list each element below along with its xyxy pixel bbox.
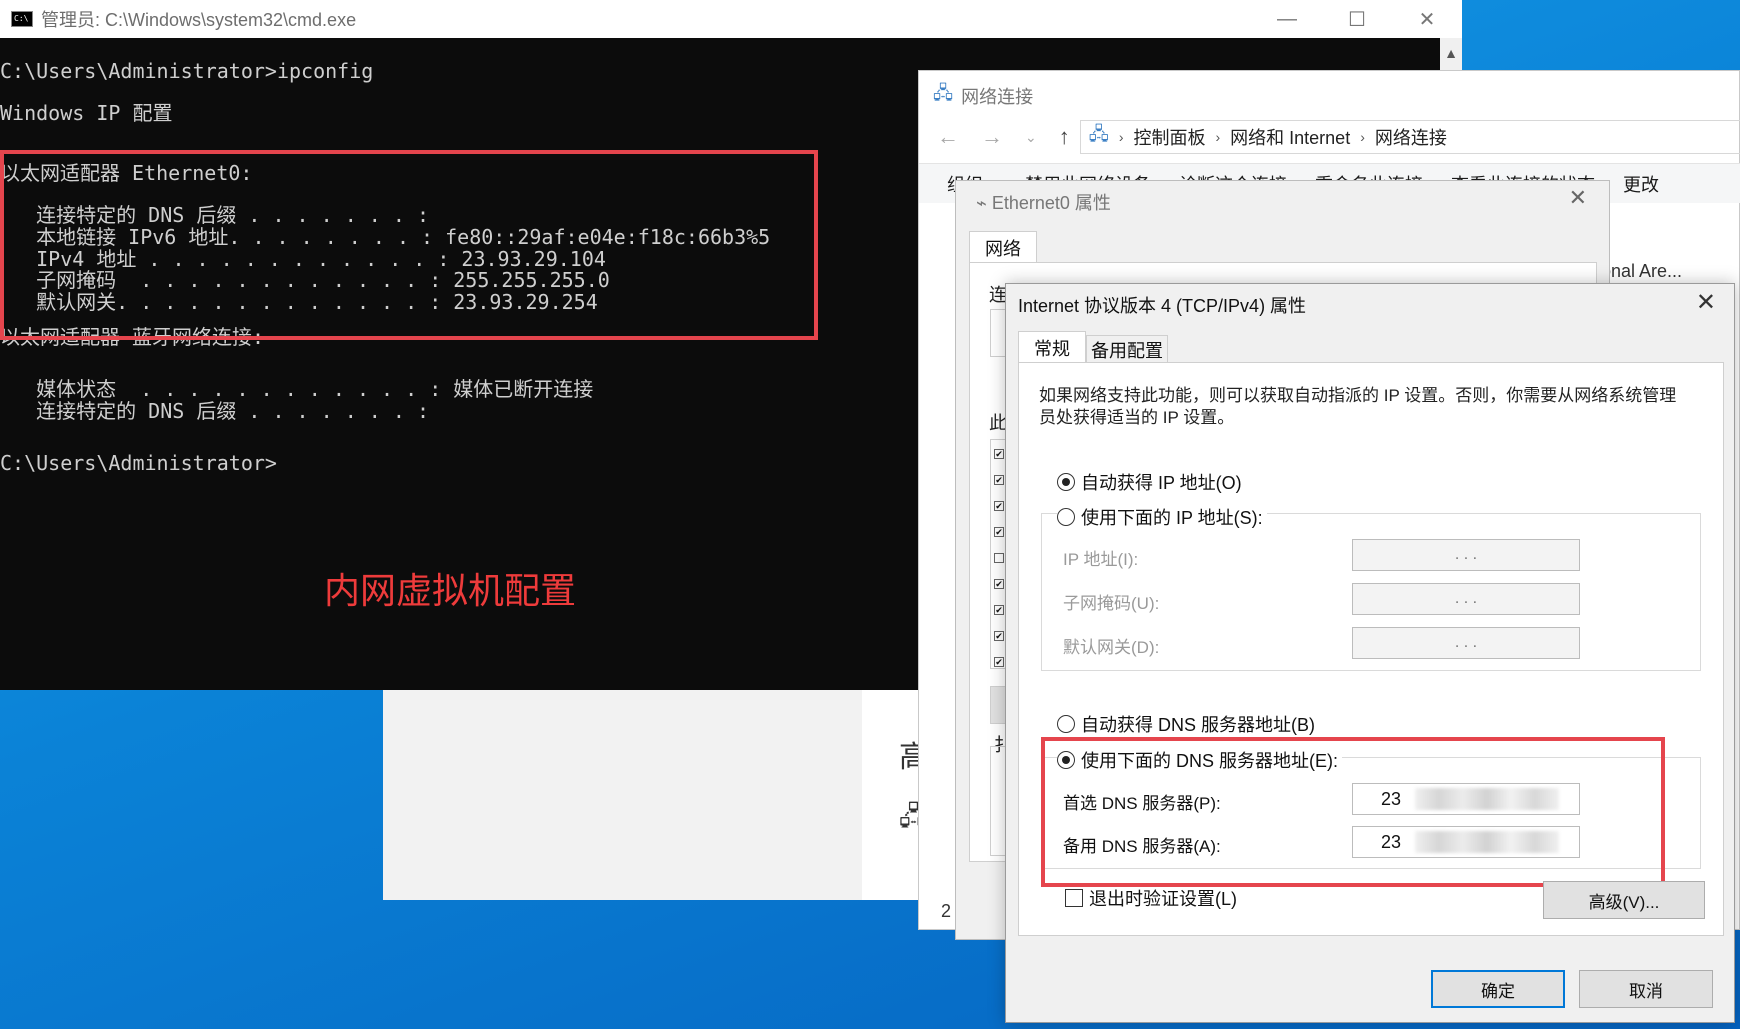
- auto-dns-label: 自动获得 DNS 服务器地址(B): [1081, 715, 1315, 735]
- component-checkbox[interactable]: ✔: [994, 527, 1004, 537]
- desktop-window-fragment: [383, 688, 863, 900]
- ethernet-title-text: Ethernet0 属性: [991, 193, 1111, 213]
- tab-alternate-config[interactable]: 备用配置: [1086, 335, 1168, 363]
- gateway-field[interactable]: . . .: [1352, 627, 1580, 659]
- console-line: Windows IP 配置: [0, 101, 173, 125]
- close-icon[interactable]: ✕: [1569, 185, 1587, 211]
- breadcrumb-network-internet[interactable]: 网络和 Internet: [1230, 124, 1350, 150]
- component-checkbox[interactable]: ✔: [994, 657, 1004, 667]
- network-title: 🖧 网络连接: [933, 81, 1033, 111]
- cmd-titlebar[interactable]: C:\ 管理员: C:\Windows\system32\cmd.exe — ☐…: [0, 0, 1462, 38]
- radio-unselected[interactable]: [1057, 715, 1075, 733]
- tab-general[interactable]: 常规: [1018, 331, 1086, 363]
- toolbar-change[interactable]: 更改: [1623, 171, 1659, 197]
- breadcrumb-control-panel[interactable]: 控制面板: [1133, 124, 1205, 150]
- tab-network[interactable]: 网络: [969, 231, 1037, 263]
- cmd-app-icon: C:\: [11, 11, 33, 27]
- status-bar-count: 2: [941, 901, 952, 921]
- ok-button[interactable]: 确定: [1431, 970, 1565, 1008]
- breadcrumb-separator-icon: ›: [1118, 129, 1124, 145]
- subnet-mask-label: 子网掩码(U):: [1063, 594, 1160, 613]
- scroll-up-icon[interactable]: ▲: [1440, 38, 1462, 68]
- address-bar-row: ← → ⌄ ↑ 🖧 › 控制面板 › 网络和 Internet › 网络连接: [919, 115, 1740, 159]
- console-line: C:\Users\Administrator>ipconfig: [0, 59, 374, 83]
- cmd-title: 管理员: C:\Windows\system32\cmd.exe: [41, 10, 357, 30]
- general-tab-panel: 如果网络支持此功能，则可以获取自动指派的 IP 设置。否则，你需要从网络系统管理…: [1018, 362, 1724, 936]
- manual-ip-option[interactable]: 使用下面的 IP 地址(S):: [1057, 504, 1267, 530]
- forward-icon[interactable]: →: [981, 124, 1003, 150]
- minimize-button[interactable]: —: [1252, 0, 1322, 38]
- control-panel-icon: 🖧: [1088, 124, 1109, 144]
- validate-on-exit-option[interactable]: 退出时验证设置(L): [1065, 885, 1237, 911]
- console-prompt: C:\Users\Administrator>: [0, 451, 277, 475]
- radio-selected[interactable]: [1057, 473, 1075, 491]
- component-checkbox[interactable]: ✔: [994, 501, 1004, 511]
- advanced-button[interactable]: 高级(V)...: [1543, 881, 1705, 919]
- recent-chevron-icon[interactable]: ⌄: [1025, 129, 1037, 146]
- component-checkbox[interactable]: ✔: [994, 579, 1004, 589]
- component-checkbox[interactable]: ✔: [994, 449, 1004, 459]
- breadcrumb-separator-icon: ›: [1215, 129, 1221, 145]
- breadcrumb-separator-icon: ›: [1360, 129, 1365, 145]
- network-folder-icon: 🖧: [933, 83, 954, 103]
- close-icon[interactable]: ✕: [1696, 288, 1716, 317]
- component-checkbox[interactable]: ✔: [994, 605, 1004, 615]
- radio-unselected[interactable]: [1057, 508, 1075, 526]
- validate-checkbox[interactable]: [1065, 889, 1083, 907]
- console-line: 媒体状态 . . . . . . . . . . . . : 媒体已断开连接: [0, 377, 594, 401]
- dialog-title: Internet 协议版本 4 (TCP/IPv4) 属性: [1018, 296, 1307, 316]
- subnet-mask-field[interactable]: . . .: [1352, 583, 1580, 615]
- connection-item-label: onal Are...: [1601, 261, 1683, 281]
- auto-dns-option[interactable]: 自动获得 DNS 服务器地址(B): [1057, 711, 1315, 737]
- address-bar[interactable]: 🖧 › 控制面板 › 网络和 Internet › 网络连接: [1079, 120, 1740, 154]
- dns-highlight-box: [1041, 737, 1665, 887]
- gateway-label: 默认网关(D):: [1063, 638, 1160, 657]
- network-adapter-icon: ⌁: [976, 193, 987, 213]
- ipv4-properties-dialog[interactable]: Internet 协议版本 4 (TCP/IPv4) 属性 ✕ 常规 备用配置 …: [1005, 283, 1735, 1023]
- ip-address-field[interactable]: . . .: [1352, 539, 1580, 571]
- validate-label: 退出时验证设置(L): [1089, 889, 1237, 909]
- dialog-description: 如果网络支持此功能，则可以获取自动指派的 IP 设置。否则，你需要从网络系统管理…: [1039, 386, 1677, 427]
- auto-ip-option[interactable]: 自动获得 IP 地址(O): [1057, 469, 1242, 495]
- breadcrumb-network-connections[interactable]: 网络连接: [1375, 124, 1447, 150]
- ethernet-properties-title: ⌁ Ethernet0 属性: [976, 189, 1111, 215]
- component-checkbox[interactable]: ✔: [994, 475, 1004, 485]
- console-line: 连接特定的 DNS 后缀 . . . . . . . :: [0, 399, 429, 423]
- annotation-label: 内网虚拟机配置: [324, 570, 577, 611]
- cancel-button[interactable]: 取消: [1579, 970, 1713, 1008]
- network-window-title: 网络连接: [961, 87, 1034, 107]
- up-icon[interactable]: ↑: [1059, 124, 1070, 150]
- maximize-button[interactable]: ☐: [1322, 0, 1392, 38]
- close-button[interactable]: ✕: [1392, 0, 1462, 38]
- highlight-box: [0, 150, 818, 340]
- component-checkbox[interactable]: [994, 553, 1004, 563]
- back-icon[interactable]: ←: [937, 124, 959, 150]
- auto-ip-label: 自动获得 IP 地址(O): [1081, 473, 1242, 493]
- manual-ip-label: 使用下面的 IP 地址(S):: [1081, 508, 1263, 528]
- ip-address-label: IP 地址(I):: [1063, 550, 1139, 569]
- component-checkbox[interactable]: ✔: [994, 631, 1004, 641]
- desktop-window-fragment-right: 高 🖧: [862, 688, 929, 900]
